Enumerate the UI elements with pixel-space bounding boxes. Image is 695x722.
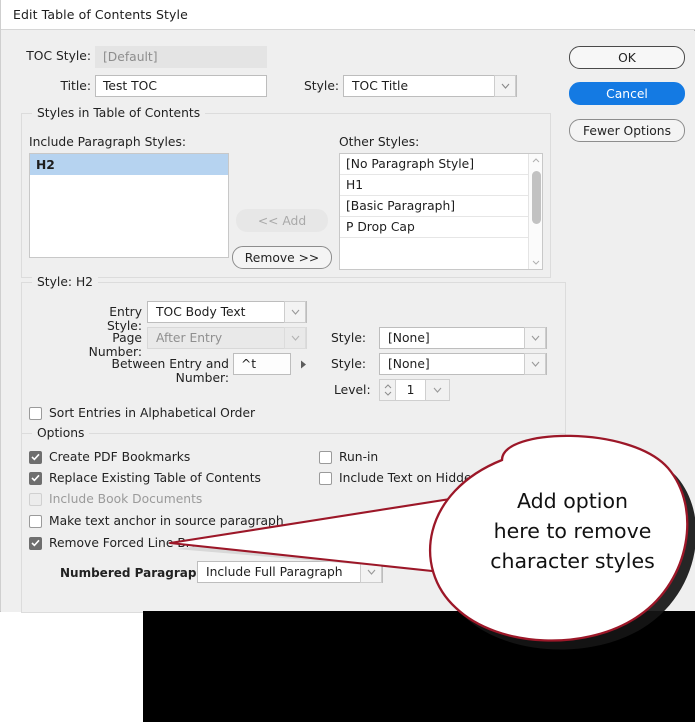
fewer-options-button[interactable]: Fewer Options [569,119,685,142]
include-paragraph-styles-label: Include Paragraph Styles: [29,135,187,149]
checkbox[interactable] [29,536,42,550]
chevron-down-icon[interactable] [529,256,542,269]
page-number-style-label: Style: [331,331,367,345]
make-text-anchor-label: Make text anchor in source paragraph [49,514,284,528]
remove-button[interactable]: Remove >> [232,246,332,269]
title-style-value: TOC Title [352,79,409,93]
page-number-label: Page Number: [88,331,142,359]
level-value[interactable]: 1 [396,379,426,401]
chevron-down-icon[interactable] [426,379,450,401]
chevron-down-icon[interactable] [524,327,546,349]
callout-line-2: here to remove [493,519,652,543]
between-entry-number-label: Between Entry and Number: [111,357,229,385]
include-paragraph-styles-list[interactable]: H2 [29,153,229,258]
styles-in-toc-legend: Styles in Table of Contents [32,106,206,120]
list-item[interactable]: H1 [340,175,542,196]
callout-text: Add option here to remove character styl… [465,486,680,576]
page-number-value: After Entry [156,331,223,345]
callout-line-3: character styles [490,549,655,573]
create-pdf-bookmarks-row[interactable]: Create PDF Bookmarks [29,450,190,464]
between-style-value: [None] [388,357,430,371]
toc-style-row: TOC Style: [25,49,91,63]
annotation-callout: Add option here to remove character styl… [168,430,695,680]
add-button[interactable]: << Add [236,209,328,232]
sort-entries-label: Sort Entries in Alphabetical Order [49,406,256,420]
level-spinner[interactable] [379,379,396,401]
between-style-combo[interactable]: [None] [379,353,547,375]
make-text-anchor-row[interactable]: Make text anchor in source paragraph [29,514,284,528]
checkbox [29,492,42,506]
other-styles-label: Other Styles: [339,135,420,149]
checkbox[interactable] [29,406,42,420]
title-label: Title: [60,79,92,93]
dialog-title: Edit Table of Contents Style [13,7,188,22]
toc-style-value: [Default] [95,46,267,68]
page-number-style-combo[interactable]: [None] [379,327,547,349]
page-number-combo[interactable]: After Entry [147,327,307,349]
numbered-paragraphs-label: Numbered Paragraphs: [60,566,217,580]
entry-style-combo[interactable]: TOC Body Text [147,301,307,323]
create-pdf-bookmarks-label: Create PDF Bookmarks [49,450,191,464]
other-styles-list[interactable]: [No Paragraph Style] H1 [Basic Paragraph… [339,153,543,270]
checkbox[interactable] [29,514,42,528]
entry-style-label: Entry Style: [106,305,142,333]
chevron-down-icon[interactable] [284,301,306,323]
list-item[interactable]: [No Paragraph Style] [340,154,542,175]
scrollbar-thumb[interactable] [532,171,541,224]
title-input[interactable]: Test TOC [95,75,267,97]
dialog-titlebar: Edit Table of Contents Style [1,0,695,30]
callout-line-1: Add option [516,489,629,513]
triangle-right-icon[interactable] [295,354,311,374]
toc-style-label: TOC Style: [26,49,91,63]
numbered-paragraphs-value: Include Full Paragraph [206,565,343,579]
options-legend: Options [32,426,90,440]
list-item[interactable]: P Drop Cap [340,217,542,238]
sort-entries-checkbox-row[interactable]: Sort Entries in Alphabetical Order [29,406,255,420]
between-entry-number-input[interactable]: ^t [233,353,291,375]
entry-style-value: TOC Body Text [156,305,246,319]
other-styles-scrollbar[interactable] [528,154,542,269]
chevron-down-icon[interactable] [494,75,516,97]
include-book-documents-label: Include Book Documents [49,492,203,506]
chevron-down-icon[interactable] [524,353,546,375]
ok-button[interactable]: OK [569,46,685,69]
checkbox[interactable] [29,450,42,464]
style-detail-legend: Style: H2 [32,275,99,289]
title-style-combo[interactable]: TOC Title [343,75,517,97]
include-book-documents-row: Include Book Documents [29,492,202,506]
replace-existing-toc-label: Replace Existing Table of Contents [49,471,261,485]
list-item[interactable]: H2 [30,154,228,175]
level-label: Level: [334,383,371,397]
level-stepper[interactable]: 1 [379,379,450,401]
between-style-label: Style: [331,357,367,371]
chevron-down-icon[interactable] [284,327,306,349]
cancel-button[interactable]: Cancel [569,82,685,105]
checkbox[interactable] [29,471,42,485]
title-style-label: Style: [304,79,340,93]
page-number-style-value: [None] [388,331,430,345]
replace-existing-toc-row[interactable]: Replace Existing Table of Contents [29,471,261,485]
chevron-up-icon[interactable] [529,154,542,167]
list-item[interactable]: [Basic Paragraph] [340,196,542,217]
